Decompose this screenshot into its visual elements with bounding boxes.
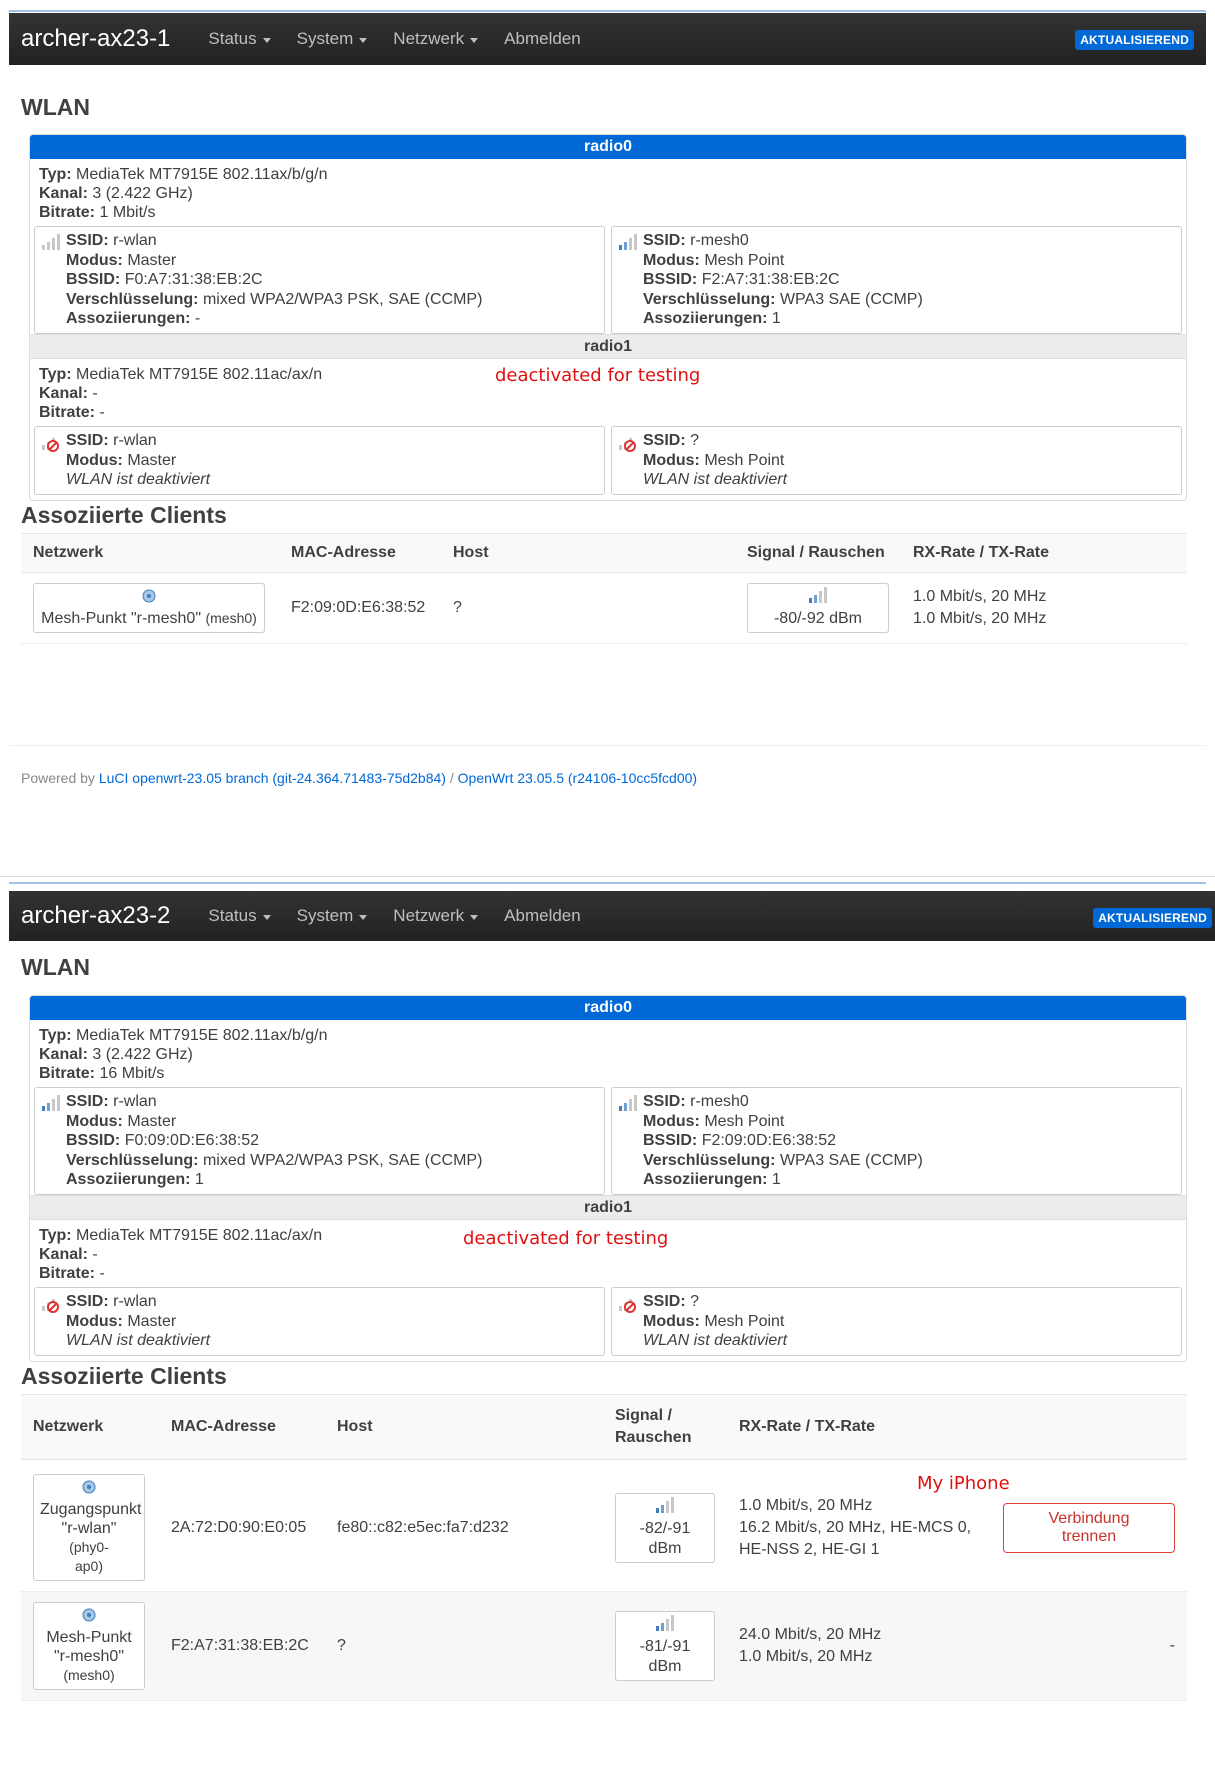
interface-r-wlan-disabled: SSID: r-wlan Modus: Master WLAN ist deak…: [34, 1287, 605, 1356]
nav-netzwerk[interactable]: Netzwerk: [393, 906, 479, 926]
signal-icon: [41, 1095, 61, 1117]
disabled-signal-icon: [41, 1295, 61, 1319]
brand[interactable]: archer-ax23-1: [21, 25, 170, 53]
col-mac: MAC-Adresse: [159, 1394, 325, 1460]
signal-badge: -80/-92 dBm: [747, 583, 889, 633]
disabled-signal-icon: [618, 434, 638, 458]
disabled-signal-icon: [618, 1295, 638, 1319]
refresh-badge[interactable]: AKTUALISIEREND: [1075, 30, 1194, 50]
chevron-down-icon: [262, 914, 271, 920]
chevron-down-icon: [470, 914, 479, 920]
chevron-down-icon: [359, 914, 368, 920]
footer-divider: [9, 745, 1206, 746]
nav-netzwerk[interactable]: Netzwerk: [393, 29, 479, 49]
network-badge[interactable]: Zugangspunkt "r-wlan" (phy0- ap0): [33, 1474, 145, 1581]
col-rate: RX-Rate / TX-Rate: [727, 1394, 991, 1460]
radio0-table: radio0 Typ: MediaTek MT7915E 802.11ax/b/…: [29, 995, 1187, 1201]
col-host: Host: [325, 1394, 603, 1460]
disabled-signal-icon: [41, 434, 61, 458]
radio0-info: Typ: MediaTek MT7915E 802.11ax/b/g/n Kan…: [39, 1027, 328, 1082]
nav-system[interactable]: System: [297, 906, 368, 926]
interface-r-wlan: SSID: r-wlan Modus: Master BSSID: F0:09:…: [34, 1087, 605, 1195]
col-actions: [991, 1394, 1187, 1460]
interface-mesh-disabled: SSID: ? Modus: Mesh Point WLAN ist deakt…: [611, 1287, 1182, 1356]
network-badge[interactable]: Mesh-Punkt "r-mesh0" (mesh0): [33, 583, 265, 633]
signal-icon: [41, 234, 61, 256]
navbar: archer-ax23-2 Status System Netzwerk Abm…: [9, 891, 1215, 941]
navbar: archer-ax23-1 Status System Netzwerk Abm…: [9, 13, 1206, 65]
interface-mesh-disabled: SSID: ? Modus: Mesh Point WLAN ist deakt…: [611, 426, 1182, 495]
interface-r-mesh0: SSID: r-mesh0 Modus: Mesh Point BSSID: F…: [611, 1087, 1182, 1195]
network-icon: [40, 588, 258, 609]
brand[interactable]: archer-ax23-2: [21, 902, 170, 930]
router-panel-2: archer-ax23-2 Status System Netzwerk Abm…: [0, 880, 1215, 1767]
nav-status[interactable]: Status: [208, 906, 271, 926]
annotation-deactivated: deactivated for testing: [463, 1228, 669, 1249]
clients-title: Assoziierte Clients: [21, 502, 227, 528]
col-rate: RX-Rate / TX-Rate: [901, 533, 1187, 573]
radio1-table: radio1 Typ: MediaTek MT7915E 802.11ac/ax…: [29, 334, 1187, 501]
radio0-info: Typ: MediaTek MT7915E 802.11ax/b/g/n Kan…: [39, 166, 328, 221]
radio1-header[interactable]: radio1: [30, 1196, 1186, 1220]
signal-icon: [624, 1615, 706, 1637]
col-netzwerk: Netzwerk: [21, 533, 279, 573]
refresh-badge[interactable]: AKTUALISIEREND: [1093, 908, 1212, 928]
signal-icon: [756, 587, 880, 609]
host-cell: fe80::c82:e5ec:fa7:d232: [325, 1459, 603, 1592]
clients-title: Assoziierte Clients: [21, 1363, 227, 1389]
chevron-down-icon: [470, 37, 479, 43]
radio0-header[interactable]: radio0: [30, 135, 1186, 159]
nav-abmelden[interactable]: Abmelden: [504, 29, 581, 49]
top-border: [9, 10, 1206, 12]
signal-badge: -81/-91 dBm: [615, 1611, 715, 1681]
wlan-title: WLAN: [21, 954, 90, 980]
mac-cell: F2:A7:31:38:EB:2C: [159, 1591, 325, 1701]
mac-cell: F2:09:0D:E6:38:52: [279, 572, 441, 644]
signal-icon: [624, 1496, 706, 1519]
col-host: Host: [441, 533, 735, 573]
radio1-header[interactable]: radio1: [30, 335, 1186, 359]
network-icon: [40, 1607, 138, 1628]
table-row: Mesh-Punkt "r-mesh0" (mesh0) F2:A7:31:38…: [21, 1591, 1187, 1701]
nav-system[interactable]: System: [297, 29, 368, 49]
nav-status[interactable]: Status: [208, 29, 271, 49]
network-badge[interactable]: Mesh-Punkt "r-mesh0" (mesh0): [33, 1602, 145, 1690]
col-signal: Signal / Rauschen: [735, 533, 901, 573]
col-netzwerk: Netzwerk: [21, 1394, 159, 1460]
table-row: Mesh-Punkt "r-mesh0" (mesh0) F2:09:0D:E6…: [21, 572, 1187, 644]
col-signal: Signal / Rauschen: [603, 1394, 727, 1460]
host-cell: ?: [325, 1591, 603, 1701]
disconnect-button[interactable]: Verbindung trennen: [1003, 1502, 1175, 1553]
clients-table: Netzwerk MAC-Adresse Host Signal / Rausc…: [21, 533, 1187, 644]
nav-abmelden[interactable]: Abmelden: [504, 906, 581, 926]
screenshot-separator: [0, 876, 1215, 877]
clients-table: Netzwerk MAC-Adresse Host Signal / Rausc…: [21, 1394, 1187, 1701]
mac-cell: 2A:72:D0:90:E0:05: [159, 1459, 325, 1592]
router-panel-1: archer-ax23-1 Status System Netzwerk Abm…: [0, 0, 1215, 800]
table-row: Zugangspunkt "r-wlan" (phy0- ap0) 2A:72:…: [21, 1459, 1187, 1592]
chevron-down-icon: [262, 37, 271, 43]
luci-link[interactable]: LuCI openwrt-23.05 branch (git-24.364.71…: [99, 770, 446, 786]
chevron-down-icon: [359, 37, 368, 43]
radio0-header[interactable]: radio0: [30, 996, 1186, 1020]
network-icon: [40, 1479, 138, 1500]
interface-r-wlan: SSID: r-wlan Modus: Master BSSID: F0:A7:…: [34, 226, 605, 334]
interface-r-mesh0: SSID: r-mesh0 Modus: Mesh Point BSSID: F…: [611, 226, 1182, 334]
annotation-iphone: My iPhone: [917, 1473, 1010, 1494]
annotation-deactivated: deactivated for testing: [495, 365, 701, 386]
signal-icon: [618, 1095, 638, 1117]
signal-icon: [618, 234, 638, 256]
interface-r-wlan-disabled: SSID: r-wlan Modus: Master WLAN ist deak…: [34, 426, 605, 495]
signal-badge: -82/-91 dBm: [615, 1492, 715, 1563]
col-mac: MAC-Adresse: [279, 533, 441, 573]
openwrt-link[interactable]: OpenWrt 23.05.5 (r24106-10cc5fcd00): [458, 770, 697, 786]
radio0-table: radio0 Typ: MediaTek MT7915E 802.11ax/b/…: [29, 134, 1187, 340]
wlan-title: WLAN: [21, 94, 90, 120]
top-border: [9, 882, 1206, 884]
no-action: -: [991, 1591, 1187, 1701]
host-cell: ?: [441, 572, 735, 644]
footer: Powered by LuCI openwrt-23.05 branch (gi…: [21, 770, 698, 786]
radio1-table: radio1 Typ: MediaTek MT7915E 802.11ac/ax…: [29, 1195, 1187, 1362]
